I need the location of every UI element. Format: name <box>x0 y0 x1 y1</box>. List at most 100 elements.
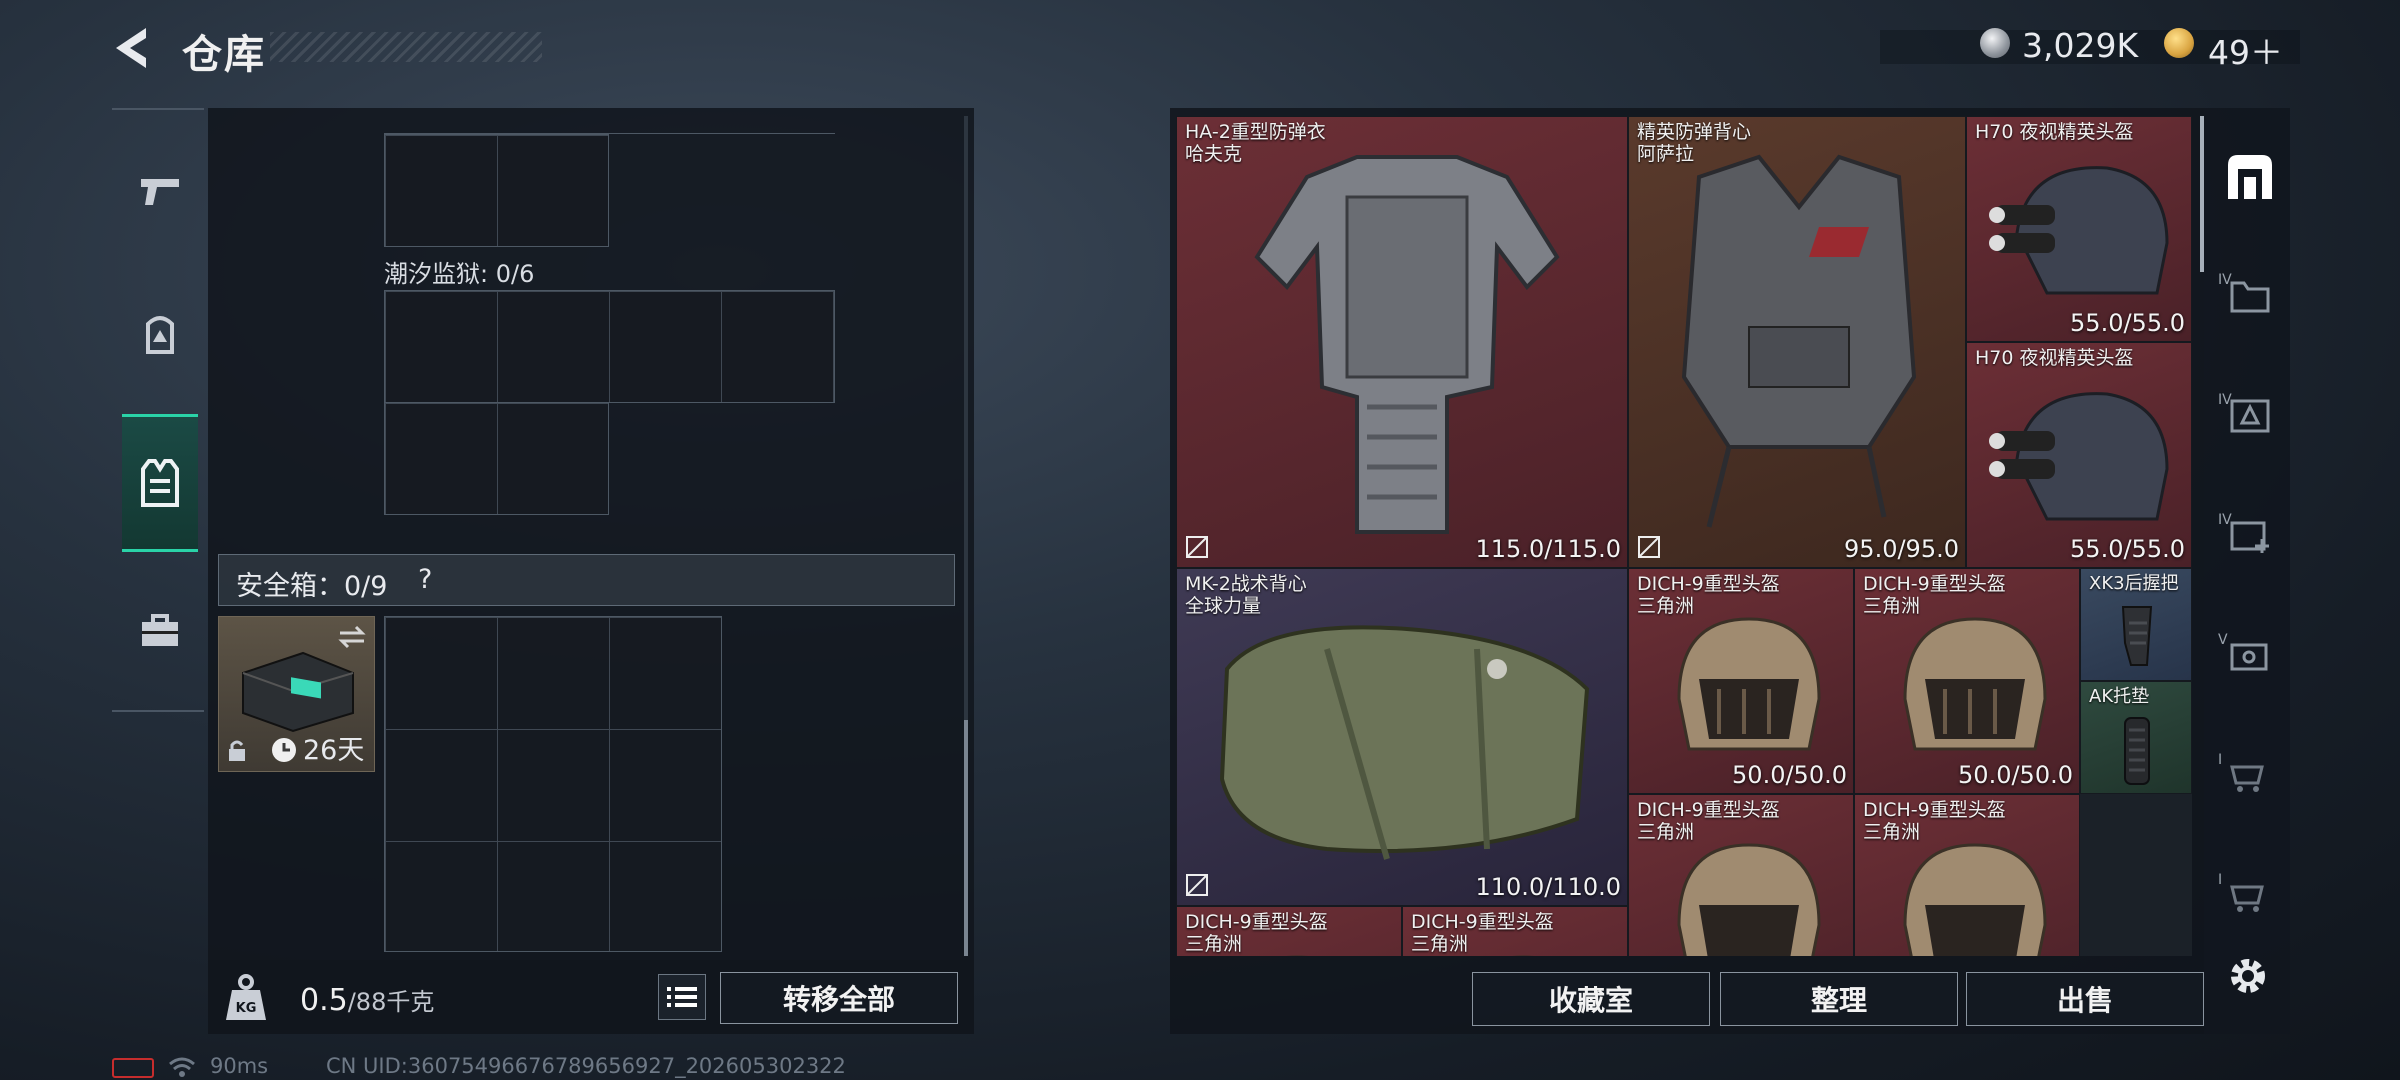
container-grid-2-top[interactable] <box>384 290 835 403</box>
collection-room-button[interactable]: 收藏室 <box>1472 972 1710 1026</box>
elite-vest-icon <box>1681 154 1917 528</box>
weight-readout: 0.5/88千克 <box>300 982 434 1018</box>
category-supply-icon <box>2230 399 2270 433</box>
category-tab-all[interactable] <box>2214 132 2286 222</box>
empty-slot[interactable] <box>2080 794 2192 956</box>
settings-gear-icon[interactable] <box>2226 954 2270 998</box>
safebox-grid[interactable] <box>384 616 722 952</box>
item-brand: 三角洲 <box>1185 933 1243 955</box>
item-card[interactable]: XK3后握把 <box>2080 568 2192 681</box>
item-name: MK-2战术背心 <box>1185 573 1307 595</box>
nav-tab-weapons[interactable] <box>122 146 198 236</box>
safebox-item[interactable]: 26天 <box>218 616 375 772</box>
no-insure-icon <box>1186 536 1208 558</box>
category-tab-4[interactable]: IV <box>2214 490 2286 580</box>
item-name: 精英防弹背心 <box>1637 121 1752 143</box>
gold-coin-amount[interactable]: 49＋ <box>2208 26 2283 74</box>
weight-value: 0.5 <box>300 983 348 1018</box>
svg-text:KG: KG <box>236 1001 257 1016</box>
container-grid-2-bottom[interactable] <box>384 402 609 515</box>
ping-readout: 90ms <box>210 1054 269 1078</box>
item-name: DICH-9重型头盔 <box>1863 799 2006 821</box>
tier-label: I <box>2218 752 2223 768</box>
item-name: DICH-9重型头盔 <box>1637 799 1780 821</box>
no-insure-icon <box>1186 874 1208 896</box>
item-name: DICH-9重型头盔 <box>1185 911 1328 933</box>
item-card[interactable]: DICH-9重型头盔 三角洲 50.0/50.0 <box>1854 568 2080 794</box>
list-view-button[interactable] <box>658 974 706 1020</box>
grip-icon <box>2121 606 2153 666</box>
tier-label: IV <box>2218 392 2232 408</box>
gold-coin-icon <box>2164 28 2194 58</box>
heavy-helmet-icon <box>1903 617 2047 751</box>
item-name: H70 夜视精英头盔 <box>1975 121 2134 143</box>
item-brand: 全球力量 <box>1185 595 1262 617</box>
item-card[interactable]: H70 夜视精英头盔 55.0/55.0 <box>1966 342 2192 568</box>
item-name: AK托垫 <box>2089 686 2150 707</box>
item-card[interactable]: HA-2重型防弹衣 哈夫克 115.0/115.0 <box>1176 116 1628 568</box>
clock-icon <box>272 738 296 762</box>
buttpad-icon <box>2124 717 2150 785</box>
safebox-timer: 26天 <box>303 735 365 766</box>
category-cart-icon <box>2230 765 2264 792</box>
back-arrow-icon[interactable] <box>108 22 156 74</box>
transfer-all-button[interactable]: 转移全部 <box>720 972 958 1024</box>
item-card[interactable]: DICH-9重型头盔 三角洲 50.0/50.0 <box>1628 568 1854 794</box>
container-grid-1[interactable] <box>384 134 609 247</box>
sort-button[interactable]: 整理 <box>1720 972 1958 1026</box>
title-decoration <box>270 32 542 62</box>
item-card[interactable]: H70 夜视精英头盔 55.0/55.0 <box>1966 116 2192 342</box>
toolbox-icon <box>142 614 178 646</box>
category-folder-icon <box>2230 281 2270 313</box>
uid-text: CN UID:3607549667678965692​7_20260530232… <box>326 1054 846 1078</box>
gun-icon <box>141 179 179 205</box>
swap-icon[interactable] <box>338 625 366 649</box>
heavy-helmet-icon <box>1903 843 2047 956</box>
category-medical-icon <box>2230 521 2269 553</box>
item-durability: 115.0/115.0 <box>1475 535 1622 563</box>
item-label: XK3后握把 <box>2089 573 2179 595</box>
stash-scrollbar[interactable] <box>2200 116 2204 272</box>
nav-tab-backpack[interactable] <box>122 290 198 380</box>
item-card[interactable]: DICH-9重型头盔 三角洲 <box>1628 794 1854 956</box>
category-tab-6[interactable]: I <box>2214 730 2286 820</box>
item-card[interactable]: 精英防弹背心 阿萨拉 95.0/95.0 <box>1628 116 1966 568</box>
item-brand: 三角洲 <box>1863 595 1921 617</box>
item-card[interactable]: DICH-9重型头盔 三角洲 <box>1402 906 1628 956</box>
stash-grid: HA-2重型防弹衣 哈夫克 115.0/115.0 精英防弹背心 阿萨拉 95.0/… <box>1176 116 2194 956</box>
storage-scroll-thumb[interactable] <box>964 720 968 956</box>
tier-label: IV <box>2218 512 2232 528</box>
category-tab-7[interactable]: I <box>2214 850 2286 940</box>
item-card[interactable]: DICH-9重型头盔 三角洲 <box>1854 794 2080 956</box>
item-label: AK托垫 <box>2089 686 2149 708</box>
backpack-icon <box>146 316 174 354</box>
category-tab-2[interactable]: IV <box>2214 250 2286 340</box>
item-brand: 哈夫克 <box>1185 143 1243 165</box>
category-tab-3[interactable]: IV <box>2214 370 2286 460</box>
item-card[interactable]: MK-2战术背心 全球力量 110.0/110.0 <box>1176 568 1628 906</box>
help-icon[interactable]: ? <box>418 564 432 595</box>
item-card[interactable]: AK托垫 <box>2080 681 2192 794</box>
nav-tab-equipment[interactable] <box>122 586 198 676</box>
sell-button[interactable]: 出售 <box>1966 972 2204 1026</box>
nav-tab-armor[interactable] <box>122 414 198 552</box>
tier-label: IV <box>2218 272 2232 288</box>
nav-divider <box>112 108 204 110</box>
item-name: DICH-9重型头盔 <box>1863 573 2006 595</box>
heavy-armor-icon <box>1254 155 1560 534</box>
item-label: MK-2战术背心 全球力量 <box>1185 573 1307 617</box>
item-name: XK3后握把 <box>2089 573 2179 594</box>
item-name: H70 夜视精英头盔 <box>1975 347 2134 369</box>
item-card[interactable]: DICH-9重型头盔 三角洲 <box>1176 906 1402 956</box>
item-brand: 三角洲 <box>1637 821 1695 843</box>
item-durability: 110.0/110.0 <box>1475 873 1622 901</box>
item-label: DICH-9重型头盔 三角洲 <box>1637 799 1780 843</box>
category-case-icon <box>2230 643 2268 671</box>
all-items-icon <box>2228 155 2272 199</box>
heavy-helmet-icon <box>1677 617 1821 751</box>
safebox-icon <box>242 651 354 733</box>
category-tab-5[interactable]: V <box>2214 610 2286 700</box>
wifi-icon <box>169 1057 195 1077</box>
item-label: DICH-9重型头盔 三角洲 <box>1863 799 2006 843</box>
safebox-label: 安全箱：0/9 <box>236 571 388 602</box>
